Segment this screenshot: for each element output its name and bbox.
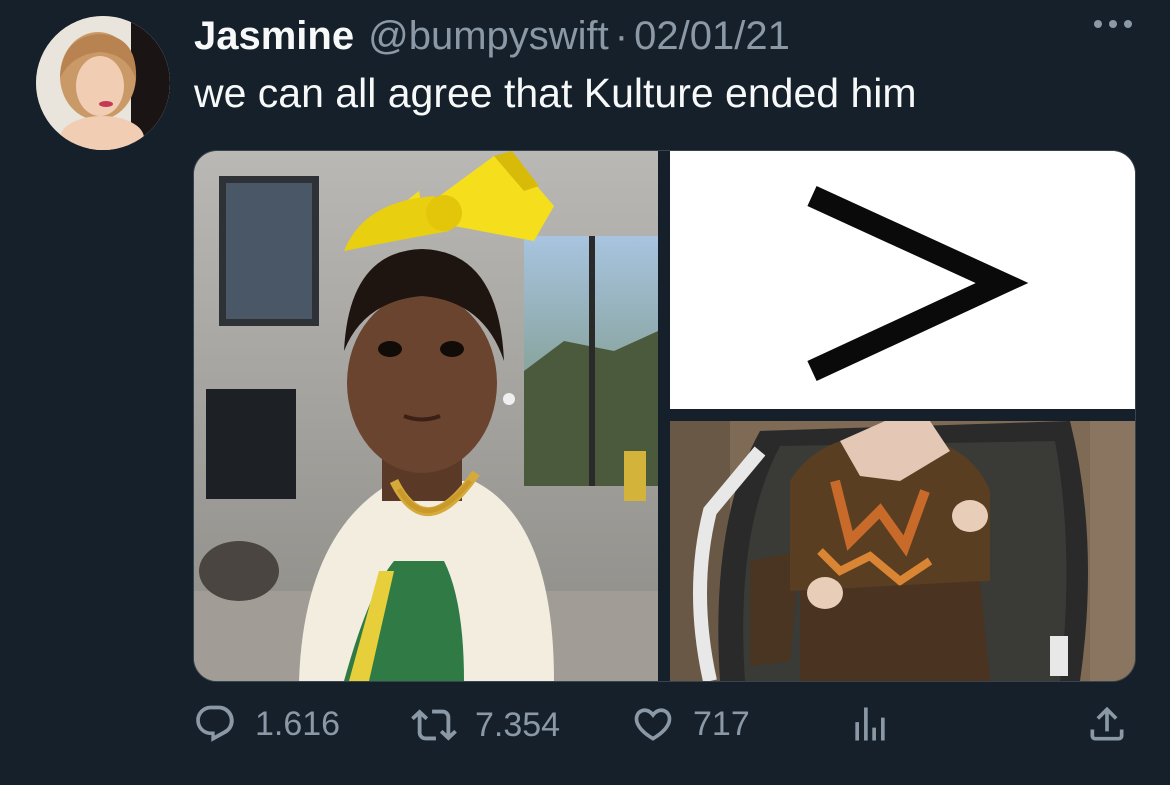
avatar[interactable] <box>36 16 170 150</box>
avatar-portrait-icon <box>36 16 170 150</box>
author-name[interactable]: Jasmine <box>194 14 354 59</box>
like-count: 717 <box>693 704 750 743</box>
share-icon <box>1090 706 1124 741</box>
more-options-button[interactable] <box>1094 20 1132 28</box>
photo-baby-in-bouncer-icon <box>670 421 1135 681</box>
photo-child-yellow-bow-icon <box>194 151 658 681</box>
media-image-2[interactable] <box>670 151 1135 409</box>
tweet-date[interactable]: 02/01/21 <box>634 14 790 59</box>
more-dot-icon <box>1109 20 1117 28</box>
tweet-header: Jasmine @bumpyswift · 02/01/21 <box>194 14 790 59</box>
more-dot-icon <box>1124 20 1132 28</box>
share-button[interactable] <box>1085 702 1129 746</box>
greater-than-symbol-icon <box>670 151 1135 409</box>
tweet-text: we can all agree that Kulture ended him <box>194 70 917 116</box>
media-grid <box>193 150 1136 682</box>
media-image-3[interactable] <box>670 421 1135 681</box>
analytics-icon <box>855 707 885 741</box>
reply-count: 1.616 <box>255 704 341 743</box>
like-button[interactable]: 717 <box>631 702 750 746</box>
reply-icon <box>196 705 234 742</box>
more-dot-icon <box>1094 20 1102 28</box>
heart-icon <box>634 708 672 741</box>
media-image-1[interactable] <box>194 151 658 681</box>
tweet: Jasmine @bumpyswift · 02/01/21 we can al… <box>0 0 1170 785</box>
retweet-icon <box>411 709 457 741</box>
action-bar: 1.616 7.354 717 <box>193 702 1134 762</box>
separator-dot: · <box>614 14 629 58</box>
views-button[interactable] <box>848 702 892 746</box>
retweet-button[interactable]: 7.354 <box>411 702 560 748</box>
author-handle[interactable]: @bumpyswift <box>368 14 609 59</box>
reply-button[interactable]: 1.616 <box>193 702 340 746</box>
retweet-count: 7.354 <box>475 705 561 744</box>
